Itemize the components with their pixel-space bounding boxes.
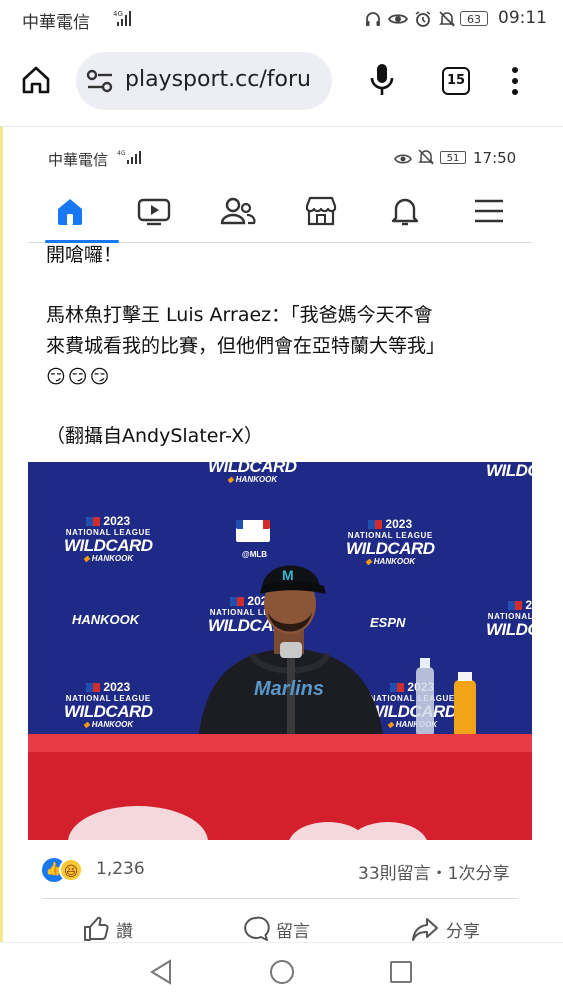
site-settings-icon[interactable]	[86, 68, 114, 98]
comment-button[interactable]: 留言	[242, 915, 310, 942]
status-icons	[364, 10, 456, 28]
share-button[interactable]: 分享	[410, 915, 480, 942]
share-icon	[412, 918, 438, 941]
reaction-count[interactable]: 1,236	[96, 859, 145, 879]
comments-shares-count[interactable]: 33則留言・1次分享	[358, 859, 509, 884]
post-emojis: 😏😏😏	[46, 366, 112, 388]
back-icon[interactable]	[148, 958, 174, 990]
alarm-icon	[415, 11, 431, 27]
haha-reaction-icon: 😆	[59, 858, 83, 882]
nav-menu[interactable]	[459, 180, 519, 242]
inner-battery-icon: 51	[440, 151, 466, 164]
friends-icon	[220, 197, 256, 225]
like-label: 讚	[116, 921, 133, 942]
address-bar[interactable]: playsport.cc/foru	[76, 52, 332, 110]
home-icon	[58, 199, 82, 225]
divider	[42, 898, 518, 899]
headphones-icon	[366, 12, 380, 26]
nav-home[interactable]	[40, 180, 119, 243]
comment-label: 留言	[276, 921, 310, 942]
jersey-logo: Marlins	[254, 678, 325, 700]
svg-text:4G: 4G	[117, 150, 126, 157]
inner-eye-comfort-icon	[394, 151, 412, 170]
post-credit: （翻攝自AndySlater-X）	[46, 425, 263, 447]
page-edge-stripe	[0, 127, 3, 942]
facebook-nav-bar	[28, 180, 532, 243]
battery-icon: 63	[460, 11, 488, 26]
browser-toolbar: playsport.cc/foru 15	[0, 40, 563, 127]
inner-carrier-label: 中華電信	[48, 151, 109, 169]
clock: 09:11	[498, 8, 547, 28]
nav-marketplace[interactable]	[291, 180, 351, 242]
player-figure: M	[28, 565, 532, 840]
inner-signal-icon: 4G	[117, 149, 145, 169]
inner-mute-icon	[418, 149, 434, 169]
mute-icon	[439, 11, 455, 27]
post-text-line: 來費城看我的比賽，但他們會在亞特蘭大等我」	[46, 335, 446, 357]
thumbs-up-icon	[84, 916, 109, 941]
signal-icon: 4G	[113, 9, 135, 31]
comment-icon	[244, 916, 270, 941]
tab-switcher-button[interactable]: 15	[442, 67, 470, 95]
carrier-label: 中華電信	[22, 13, 90, 33]
status-bar: 中華電信 4G 63 09:11	[0, 0, 563, 40]
home-icon[interactable]	[20, 64, 52, 100]
post-text-line: 開嗆囉！	[46, 244, 123, 266]
recents-icon[interactable]	[388, 959, 414, 989]
url-text[interactable]: playsport.cc/foru	[125, 67, 311, 92]
overflow-menu-icon[interactable]	[510, 65, 520, 101]
eye-comfort-icon	[388, 14, 408, 24]
svg-text:4G: 4G	[113, 10, 123, 18]
video-icon	[137, 198, 171, 226]
svg-text:M: M	[282, 567, 294, 583]
embedded-screenshot: 中華電信 4G 51 17:50 開嗆囉！ 馬林魚打擊王 Luis Arraez…	[28, 140, 532, 942]
microphone-icon[interactable]	[369, 62, 395, 102]
nav-video[interactable]	[124, 180, 184, 242]
share-label: 分享	[446, 921, 480, 942]
marketplace-icon	[305, 196, 337, 226]
post-text-line: 馬林魚打擊王 Luis Arraez：「我爸媽今天不會	[46, 304, 433, 326]
post-photo[interactable]: WILDCARDHANKOOK WILDCARD 2023 NATIONAL L…	[28, 462, 532, 840]
home-circle-icon[interactable]	[268, 958, 296, 990]
hamburger-menu-icon	[475, 199, 503, 223]
nav-notifications[interactable]	[375, 180, 435, 242]
nav-friends[interactable]	[208, 180, 268, 242]
bell-icon	[391, 198, 419, 226]
inner-clock: 17:50	[473, 149, 517, 167]
like-button[interactable]: 讚	[82, 915, 133, 942]
system-nav-bar	[0, 942, 563, 1001]
